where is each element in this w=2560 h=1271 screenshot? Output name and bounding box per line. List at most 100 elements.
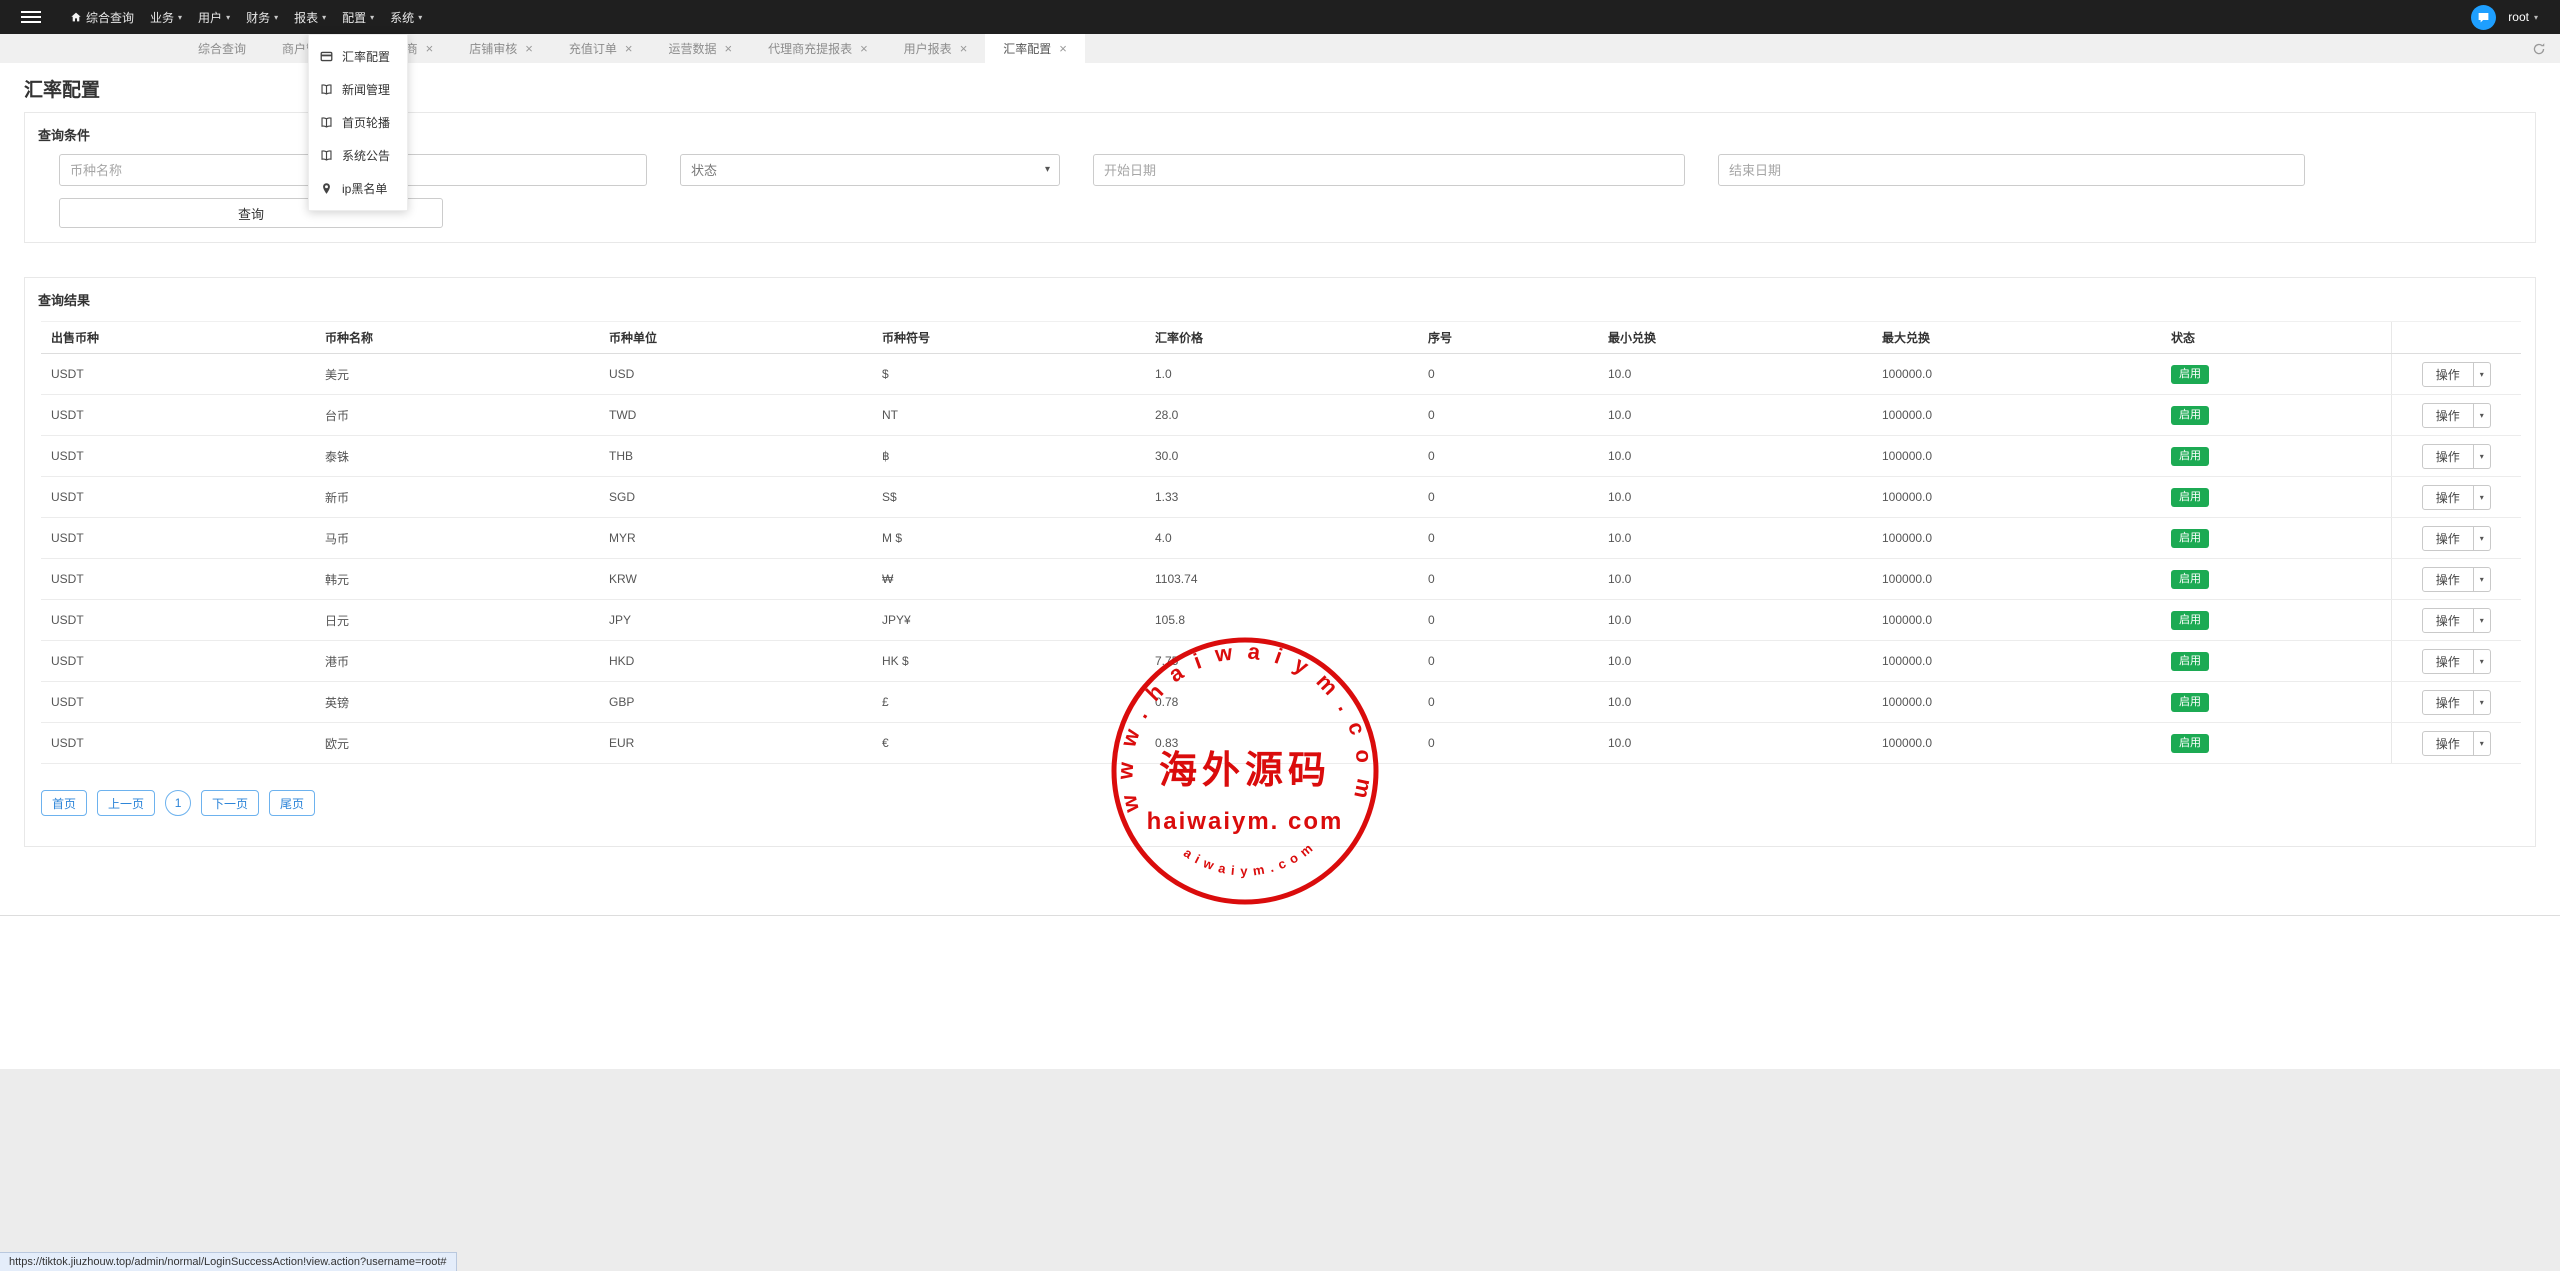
tab-close-icon[interactable]: ×	[625, 42, 633, 55]
start-date-input[interactable]	[1093, 154, 1685, 186]
action-dropdown-toggle[interactable]: ▾	[2474, 403, 2491, 428]
cell-currency-name: 韩元	[315, 559, 599, 600]
action-button[interactable]: 操作	[2422, 649, 2474, 674]
pagination-button[interactable]: 尾页	[269, 790, 315, 816]
book-icon	[320, 149, 333, 162]
dropdown-menu-item[interactable]: ip黑名单	[309, 172, 407, 205]
action-dropdown-toggle[interactable]: ▾	[2474, 485, 2491, 510]
status-select[interactable]: 状态	[680, 154, 1060, 186]
action-dropdown-toggle[interactable]: ▾	[2474, 444, 2491, 469]
status-badge: 启用	[2171, 570, 2209, 589]
action-button[interactable]: 操作	[2422, 731, 2474, 756]
browser-status-bar: https://tiktok.jiuzhouw.top/admin/normal…	[0, 1252, 457, 1271]
dd-item-label: 汇率配置	[342, 48, 390, 65]
dropdown-menu-item[interactable]: 新闻管理	[309, 73, 407, 106]
tab[interactable]: 综合查询	[180, 34, 264, 63]
cell-order: 0	[1418, 354, 1598, 395]
pagination-button[interactable]: 1	[165, 790, 191, 816]
config-dropdown-menu: 汇率配置 新闻管理 首页轮播 系统公告 ip黑名单	[308, 34, 408, 211]
home-icon	[70, 11, 82, 23]
action-button[interactable]: 操作	[2422, 362, 2474, 387]
nav-item-label: 系统	[390, 9, 414, 26]
cell-actions: 操作 ▾	[2391, 682, 2521, 723]
action-dropdown-toggle[interactable]: ▾	[2474, 362, 2491, 387]
nav-menu-item[interactable]: 报表 ▾	[286, 0, 334, 34]
nav-menu-item[interactable]: 综合查询	[62, 0, 142, 34]
nav-menu-item[interactable]: 用户 ▾	[190, 0, 238, 34]
pagination-button[interactable]: 上一页	[97, 790, 155, 816]
tab-close-icon[interactable]: ×	[724, 42, 732, 55]
pagination-button[interactable]: 下一页	[201, 790, 259, 816]
caret-down-icon: ▾	[274, 13, 278, 22]
message-button[interactable]	[2471, 5, 2496, 30]
main-menu: 综合查询 业务 ▾ 用户 ▾ 财务 ▾ 报表 ▾ 配置 ▾ 系统 ▾	[62, 0, 430, 34]
action-dropdown-toggle[interactable]: ▾	[2474, 690, 2491, 715]
dropdown-menu-item[interactable]: 汇率配置	[309, 40, 407, 73]
action-button[interactable]: 操作	[2422, 690, 2474, 715]
end-date-input[interactable]	[1718, 154, 2305, 186]
table-row: USDT 新币 SGD S$ 1.33 0 10.0 100000.0 启用 操…	[41, 477, 2521, 518]
tab-close-icon[interactable]: ×	[525, 42, 533, 55]
action-dropdown-toggle[interactable]: ▾	[2474, 731, 2491, 756]
menu-toggle-button[interactable]	[0, 0, 62, 34]
table-row: USDT 台币 TWD NT 28.0 0 10.0 100000.0 启用 操…	[41, 395, 2521, 436]
cell-currency-symbol: S$	[872, 477, 1145, 518]
tab[interactable]: 店铺审核 ×	[451, 34, 551, 63]
cell-order: 0	[1418, 723, 1598, 764]
action-button[interactable]: 操作	[2422, 526, 2474, 551]
column-header: 状态	[2161, 322, 2391, 354]
action-button[interactable]: 操作	[2422, 485, 2474, 510]
tab[interactable]: 代理商充提报表 ×	[750, 34, 886, 63]
status-badge: 启用	[2171, 611, 2209, 630]
nav-item-label: 业务	[150, 9, 174, 26]
cell-currency-name: 港币	[315, 641, 599, 682]
action-dropdown-toggle[interactable]: ▾	[2474, 526, 2491, 551]
nav-menu-item[interactable]: 系统 ▾	[382, 0, 430, 34]
nav-menu-item[interactable]: 业务 ▾	[142, 0, 190, 34]
watermark-center-text: 海外源码	[1159, 747, 1331, 792]
action-dropdown-toggle[interactable]: ▾	[2474, 649, 2491, 674]
caret-down-icon: ▾	[178, 13, 182, 22]
watermark-subtitle-text: haiwaiym. com	[1147, 808, 1344, 835]
navbar-right: root ▾	[2471, 5, 2560, 30]
action-dropdown-toggle[interactable]: ▾	[2474, 608, 2491, 633]
column-header: 币种单位	[599, 322, 872, 354]
cell-sell-currency: USDT	[41, 600, 315, 641]
refresh-tabs-button[interactable]	[2532, 34, 2546, 63]
nav-menu-item[interactable]: 财务 ▾	[238, 0, 286, 34]
cell-order: 0	[1418, 477, 1598, 518]
action-button[interactable]: 操作	[2422, 444, 2474, 469]
tab-close-icon[interactable]: ×	[960, 42, 968, 55]
action-button[interactable]: 操作	[2422, 403, 2474, 428]
tab[interactable]: 用户报表 ×	[886, 34, 986, 63]
cell-currency-name: 新币	[315, 477, 599, 518]
tab-close-icon[interactable]: ×	[860, 42, 868, 55]
column-header: 序号	[1418, 322, 1598, 354]
action-button[interactable]: 操作	[2422, 567, 2474, 592]
tab[interactable]: 运营数据 ×	[650, 34, 750, 63]
cell-order: 0	[1418, 559, 1598, 600]
cell-currency-name: 日元	[315, 600, 599, 641]
dropdown-menu-item[interactable]: 首页轮播	[309, 106, 407, 139]
nav-item-label: 用户	[198, 9, 222, 26]
status-badge: 启用	[2171, 693, 2209, 712]
dd-item-label: 系统公告	[342, 147, 390, 164]
nav-menu-item[interactable]: 配置 ▾	[334, 0, 382, 34]
column-header: 最小兑换	[1598, 322, 1872, 354]
pagination-button[interactable]: 首页	[41, 790, 87, 816]
pin-icon	[320, 182, 333, 195]
status-badge: 启用	[2171, 406, 2209, 425]
column-header: 最大兑换	[1872, 322, 2161, 354]
action-button[interactable]: 操作	[2422, 608, 2474, 633]
caret-down-icon: ▾	[418, 13, 422, 22]
cell-currency-name: 马币	[315, 518, 599, 559]
cell-actions: 操作 ▾	[2391, 436, 2521, 477]
tab[interactable]: 充值订单 ×	[551, 34, 651, 63]
tab-close-icon[interactable]: ×	[426, 42, 434, 55]
dropdown-menu-item[interactable]: 系统公告	[309, 139, 407, 172]
tab[interactable]: 汇率配置 ×	[985, 34, 1085, 63]
user-menu[interactable]: root ▾	[2508, 10, 2538, 24]
tab-close-icon[interactable]: ×	[1059, 42, 1067, 55]
tab-label: 代理商充提报表	[768, 40, 852, 57]
action-dropdown-toggle[interactable]: ▾	[2474, 567, 2491, 592]
